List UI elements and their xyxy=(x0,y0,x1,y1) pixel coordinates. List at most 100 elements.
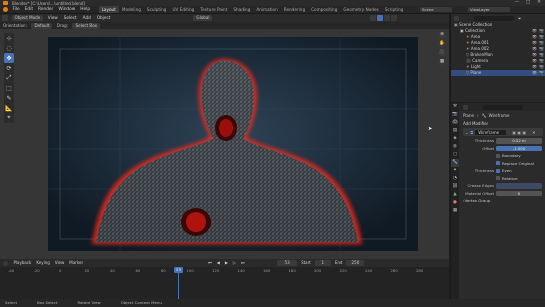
menu-help[interactable]: Help xyxy=(78,6,93,13)
timeline-tick: 0 xyxy=(59,268,62,273)
tab-animation[interactable]: Animation xyxy=(253,6,280,13)
tab-rendering[interactable]: Rendering xyxy=(281,6,308,13)
collapse-icon[interactable]: ⌄ xyxy=(465,130,468,135)
select-tool-icon[interactable]: ◌ xyxy=(4,43,14,53)
mode-dropdown[interactable]: Object Mode xyxy=(11,15,44,21)
scale-tool-icon[interactable]: ⤢ xyxy=(4,73,14,83)
menu-window[interactable]: Window xyxy=(56,6,78,13)
view-layer-tab-icon[interactable]: ▤ xyxy=(451,127,459,135)
relative-checkbox[interactable]: Relative xyxy=(496,176,518,181)
blender-menu-icon[interactable] xyxy=(3,7,8,12)
filter-icon[interactable]: ⏷ xyxy=(518,16,521,21)
scene-selector[interactable]: Scene xyxy=(420,7,452,12)
render-tab-icon[interactable]: 📷 xyxy=(451,111,459,119)
zoom-icon[interactable]: ⊕ xyxy=(439,32,445,38)
modifier-tab-icon[interactable]: 🔧 xyxy=(451,159,459,167)
playhead[interactable] xyxy=(178,267,179,299)
tool-tab-icon[interactable]: ⚒ xyxy=(451,103,459,111)
material-tab-icon[interactable]: ● xyxy=(451,199,459,207)
thickness-field[interactable]: 0.02 m xyxy=(496,138,542,144)
tab-texture-paint[interactable]: Texture Paint xyxy=(197,6,230,13)
timeline-editor-icon[interactable] xyxy=(3,260,8,266)
menu-select[interactable]: Select xyxy=(61,14,80,22)
solid-shading-icon[interactable] xyxy=(377,15,383,21)
scene-tab-icon[interactable]: ◈ xyxy=(451,135,459,143)
menu-marker[interactable]: Marker xyxy=(67,259,86,267)
data-tab-icon[interactable]: ▲ xyxy=(451,191,459,199)
material-shading-icon[interactable] xyxy=(384,15,390,21)
drag-dropdown[interactable]: Select Box xyxy=(72,22,101,29)
menu-timeline-view[interactable]: View xyxy=(52,259,67,267)
end-frame-field[interactable]: 250 xyxy=(346,260,365,266)
orientation-dropdown[interactable]: Default xyxy=(31,22,53,29)
tab-sculpting[interactable]: Sculpting xyxy=(144,6,170,13)
constraints-tab-icon[interactable]: ⛓ xyxy=(451,183,459,191)
boundary-checkbox[interactable]: Boundary xyxy=(496,153,521,158)
modifier-header[interactable]: ⌄ ⧉ Wireframe ▣ ▣ ▣ ✕ xyxy=(463,128,543,136)
modifier-name-field[interactable]: Wireframe xyxy=(475,129,507,135)
view-layer-selector[interactable]: ViewLayer xyxy=(468,7,510,12)
tab-shading[interactable]: Shading xyxy=(230,6,253,13)
material-offset-field[interactable]: 0 xyxy=(496,190,542,196)
jump-start-icon[interactable]: ⏮ xyxy=(206,259,215,267)
particles-tab-icon[interactable]: ✦ xyxy=(451,167,459,175)
menu-render[interactable]: Render xyxy=(36,6,56,13)
menu-playback[interactable]: Playback xyxy=(11,259,34,267)
properties-search-input[interactable] xyxy=(483,104,523,110)
outliner-search-input[interactable] xyxy=(474,15,514,21)
perspective-toggle-icon[interactable]: ▦ xyxy=(439,59,445,65)
tab-uv-editing[interactable]: UV Editing xyxy=(169,6,197,13)
outliner-editor-icon[interactable] xyxy=(454,15,459,21)
play-icon[interactable]: ▶ xyxy=(222,259,230,267)
current-frame-field[interactable]: 53 xyxy=(277,260,298,266)
object-tab-icon[interactable]: ▢ xyxy=(451,151,459,159)
outliner-item-plane[interactable]: ▽ Plane 👁 📷 xyxy=(451,70,545,76)
rotate-tool-icon[interactable]: ⟳ xyxy=(4,63,14,73)
menu-add[interactable]: Add xyxy=(80,14,94,22)
world-tab-icon[interactable]: ◍ xyxy=(451,143,459,151)
move-tool-icon[interactable]: ✥ xyxy=(4,53,14,63)
tab-modeling[interactable]: Modeling xyxy=(119,6,144,13)
camera-view-icon[interactable]: 🎥 xyxy=(439,50,445,56)
modifier-display-icons[interactable]: ▣ ▣ ▣ xyxy=(512,130,526,135)
start-frame-field[interactable]: 1 xyxy=(314,260,331,266)
crease-edges-toggle[interactable] xyxy=(496,183,542,189)
add-modifier-button[interactable]: Add Modifier xyxy=(460,119,545,127)
menu-view[interactable]: View xyxy=(45,14,61,22)
vertex-group-subpanel[interactable]: › Vertex Group xyxy=(460,197,545,205)
tab-compositing[interactable]: Compositing xyxy=(308,6,340,13)
render-visibility-icon[interactable]: 📷 xyxy=(539,70,544,76)
output-tab-icon[interactable]: 🖨 xyxy=(451,119,459,127)
properties-editor-icon[interactable] xyxy=(463,104,468,110)
timeline-tick: 100 xyxy=(186,268,194,273)
measure-tool-icon[interactable]: 📐 xyxy=(4,103,14,113)
editor-type-icon[interactable] xyxy=(2,15,8,21)
cursor-tool-icon[interactable]: ⊹ xyxy=(4,33,14,43)
menu-file[interactable]: File xyxy=(10,6,22,13)
timeline-track[interactable]: -40 -20 0 20 40 60 80 100 120 140 160 180 200 220 240 2… xyxy=(0,267,449,299)
transform-tool-icon[interactable]: ⬚ xyxy=(4,83,14,93)
menu-keying[interactable]: Keying xyxy=(34,259,52,267)
annotate-tool-icon[interactable]: ✎ xyxy=(4,93,14,103)
replace-original-checkbox[interactable]: Replace Original xyxy=(496,161,534,166)
pan-icon[interactable]: ✋ xyxy=(439,41,445,47)
menu-edit[interactable]: Edit xyxy=(22,6,35,13)
visibility-eye-icon[interactable]: 👁 xyxy=(532,70,537,76)
tab-scripting[interactable]: Scripting xyxy=(382,6,407,13)
rendered-shading-icon[interactable] xyxy=(391,15,397,21)
wireframe-shading-icon[interactable] xyxy=(370,15,376,21)
jump-end-icon[interactable]: ⏭ xyxy=(238,259,247,267)
add-cube-tool-icon[interactable]: ⌖ xyxy=(4,113,14,123)
tab-layout[interactable]: Layout xyxy=(98,6,119,13)
prev-key-icon[interactable]: ◀ xyxy=(214,259,222,267)
even-checkbox[interactable]: Even xyxy=(496,168,512,173)
modifier-close-icon[interactable]: ✕ xyxy=(532,130,535,135)
tab-geometry-nodes[interactable]: Geometry Nodes xyxy=(340,6,381,13)
physics-tab-icon[interactable]: ◔ xyxy=(451,175,459,183)
viewport-3d[interactable]: ⊹ ◌ ✥ ⟳ ⤢ ⬚ ✎ 📐 ⌖ ⊕ ✋ 🎥 ▦ ➤ xyxy=(0,29,449,259)
menu-object[interactable]: Object xyxy=(94,14,114,22)
next-key-icon[interactable]: ▷ xyxy=(230,259,238,267)
texture-tab-icon[interactable]: ▦ xyxy=(451,207,459,215)
offset-field[interactable]: -1.000 xyxy=(496,145,542,151)
transform-orientation-dropdown[interactable]: Global xyxy=(193,15,213,21)
